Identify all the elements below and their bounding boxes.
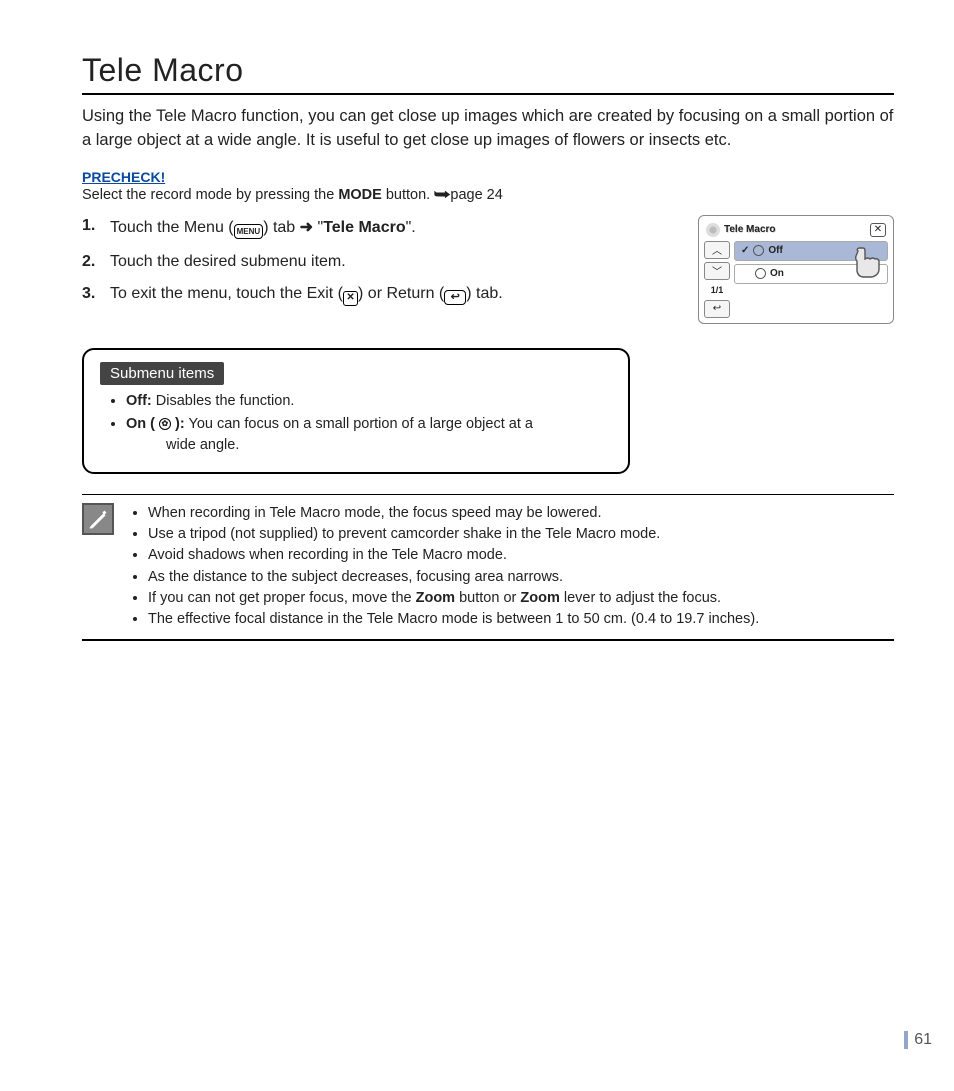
- menu-icon: MENU: [234, 224, 264, 239]
- page-title: Tele Macro: [82, 52, 894, 95]
- steps-list: 1. Touch the Menu (MENU) tab ➜ "Tele Mac…: [82, 217, 668, 320]
- submenu-heading: Submenu items: [100, 362, 224, 385]
- note-item: As the distance to the subject decreases…: [148, 567, 894, 587]
- flower-icon: [753, 245, 764, 256]
- option-on-row: On: [734, 264, 888, 284]
- submenu-item-on: On ( ): You can focus on a small portion…: [126, 414, 612, 456]
- arrow-icon: ➜: [300, 219, 313, 236]
- flower-icon: [159, 418, 171, 430]
- note-item: Use a tripod (not supplied) to prevent c…: [148, 524, 894, 544]
- check-icon: ✓: [741, 245, 749, 256]
- screen-diagram: Tele Macro ✕ ︿ ﹀ 1/1 ↩ ✓ Off: [698, 215, 894, 324]
- flower-icon: [706, 223, 720, 237]
- scroll-up-icon: ︿: [704, 241, 730, 259]
- option-off-row: ✓ Off: [734, 241, 888, 261]
- note-item: If you can not get proper focus, move th…: [148, 588, 894, 608]
- note-item: When recording in Tele Macro mode, the f…: [148, 503, 894, 523]
- precheck-label: PRECHECK!: [82, 169, 894, 185]
- note-item: Avoid shadows when recording in the Tele…: [148, 545, 894, 565]
- page-number: 61: [904, 1031, 932, 1049]
- note-item: The effective focal distance in the Tele…: [148, 609, 894, 629]
- intro-paragraph: Using the Tele Macro function, you can g…: [82, 105, 894, 153]
- page-indicator: 1/1: [704, 283, 730, 297]
- submenu-box: Submenu items Off: Disables the function…: [82, 348, 630, 474]
- arrow-icon: ➥: [434, 187, 451, 203]
- close-icon: ✕: [870, 223, 886, 237]
- notes-section: When recording in Tele Macro mode, the f…: [82, 494, 894, 641]
- exit-icon: ✕: [343, 291, 358, 306]
- step-3: 3. To exit the menu, touch the Exit (✕) …: [82, 285, 668, 306]
- flower-icon: [755, 268, 766, 279]
- screen-title: Tele Macro: [724, 224, 776, 235]
- return-icon: ↩: [704, 300, 730, 318]
- return-icon: ↩: [444, 290, 466, 305]
- submenu-item-off: Off: Disables the function.: [126, 391, 612, 412]
- step-1: 1. Touch the Menu (MENU) tab ➜ "Tele Mac…: [82, 217, 668, 240]
- scroll-down-icon: ﹀: [704, 262, 730, 280]
- precheck-description: Select the record mode by pressing the M…: [82, 187, 894, 203]
- step-2: 2. Touch the desired submenu item.: [82, 253, 668, 271]
- note-icon: [82, 503, 114, 535]
